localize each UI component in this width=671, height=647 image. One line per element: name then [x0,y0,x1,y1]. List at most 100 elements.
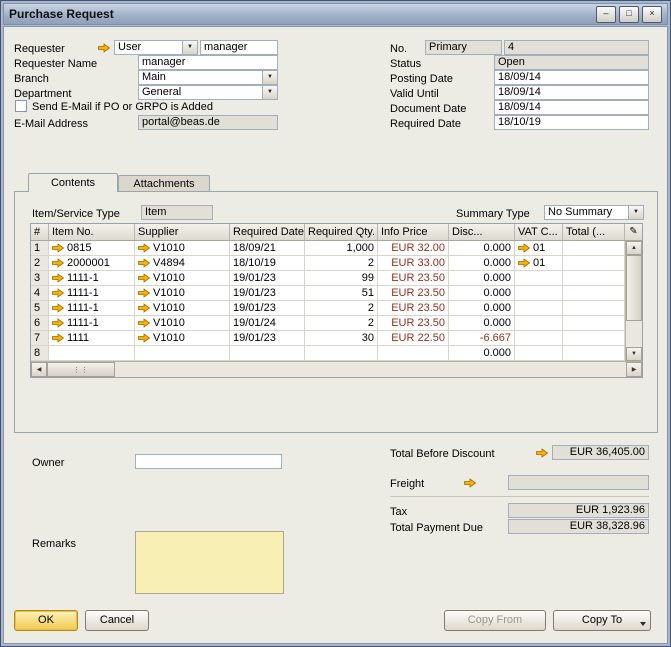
email-address-field[interactable]: portal@beas.de [138,115,278,130]
info-price-cell[interactable]: EUR 32.00 [378,241,449,255]
vat-cell[interactable] [515,271,563,285]
row-number-cell[interactable]: 6 [31,316,49,330]
info-price-cell[interactable]: EUR 23.50 [378,286,449,300]
col-header-supplier[interactable]: Supplier [135,224,230,240]
row-number-cell[interactable]: 2 [31,256,49,270]
item-no-cell[interactable]: 2000001 [49,256,135,270]
close-button[interactable]: × [642,6,662,23]
col-header-discount[interactable]: Disc... [449,224,515,240]
supplier-cell[interactable]: V1010 [135,241,230,255]
row-number-cell[interactable]: 1 [31,241,49,255]
tab-contents[interactable]: Contents [28,173,118,192]
vat-cell[interactable] [515,301,563,315]
supplier-cell[interactable]: V1010 [135,316,230,330]
supplier-cell[interactable]: V1010 [135,271,230,285]
cancel-button[interactable]: Cancel [85,610,149,631]
scroll-down-button[interactable]: ▼ [626,347,642,361]
discount-cell[interactable]: 0.000 [449,256,515,270]
dropdown-arrow-icon[interactable]: ▼ [628,206,643,219]
info-price-cell[interactable] [378,346,449,360]
link-arrow-icon[interactable] [536,448,548,458]
total-cell[interactable] [563,256,625,270]
link-arrow-icon[interactable] [138,303,150,313]
col-header-item-no[interactable]: Item No. [49,224,135,240]
scroll-left-button[interactable]: ◀ [31,362,47,377]
vat-cell[interactable] [515,286,563,300]
info-price-cell[interactable]: EUR 23.50 [378,316,449,330]
col-header-required-date[interactable]: Required Date [230,224,305,240]
supplier-cell[interactable]: V4894 [135,256,230,270]
info-price-cell[interactable]: EUR 23.50 [378,271,449,285]
no-series-field[interactable]: Primary [425,40,502,55]
discount-cell[interactable]: 0.000 [449,301,515,315]
titlebar[interactable]: Purchase Request – □ × [3,3,668,25]
discount-cell[interactable]: 0.000 [449,316,515,330]
branch-select[interactable]: Main ▼ [138,70,278,85]
link-arrow-icon[interactable] [138,258,150,268]
row-number-cell[interactable]: 8 [31,346,49,360]
link-arrow-icon[interactable] [52,288,64,298]
info-price-cell[interactable]: EUR 22.50 [378,331,449,345]
link-arrow-icon[interactable] [138,318,150,328]
row-number-cell[interactable]: 7 [31,331,49,345]
form-settings-icon[interactable]: ✎ [625,224,642,240]
vat-cell[interactable]: 01 [515,256,563,270]
row-number-cell[interactable]: 5 [31,301,49,315]
link-arrow-icon[interactable] [138,288,150,298]
discount-cell[interactable]: 0.000 [449,286,515,300]
discount-cell[interactable]: 0.000 [449,241,515,255]
col-header-total[interactable]: Total (... [563,224,625,240]
posting-date-field[interactable]: 18/09/14 [494,70,649,85]
requester-name-field[interactable]: manager [138,55,278,70]
table-h-scrollbar[interactable]: ◀ ⋮⋮ ▶ [31,361,642,377]
item-no-cell[interactable]: 0815 [49,241,135,255]
owner-field[interactable] [135,454,282,469]
send-email-checkbox[interactable] [15,100,27,112]
required-qty-cell[interactable]: 2 [305,256,378,270]
info-price-cell[interactable]: EUR 33.00 [378,256,449,270]
total-cell[interactable] [563,301,625,315]
vat-cell[interactable] [515,316,563,330]
summary-type-select[interactable]: No Summary ▼ [544,205,644,220]
no-number-field[interactable]: 4 [504,40,649,55]
v-scroll-track[interactable] [626,321,642,347]
required-qty-cell[interactable] [305,346,378,360]
required-qty-cell[interactable]: 2 [305,301,378,315]
required-date-field[interactable]: 18/10/19 [494,115,649,130]
required-date-cell[interactable]: 19/01/23 [230,271,305,285]
required-date-cell[interactable]: 19/01/23 [230,301,305,315]
total-cell[interactable] [563,271,625,285]
col-header-required-qty[interactable]: Required Qty. [305,224,378,240]
scroll-up-button[interactable]: ▲ [626,241,642,255]
minimize-button[interactable]: – [596,6,616,23]
link-arrow-icon[interactable] [52,258,64,268]
link-arrow-icon[interactable] [518,243,530,253]
requester-type-select[interactable]: User ▼ [114,40,198,55]
tab-attachments[interactable]: Attachments [118,175,210,192]
link-arrow-icon[interactable] [138,273,150,283]
discount-cell[interactable]: 0.000 [449,271,515,285]
vat-cell[interactable] [515,346,563,360]
required-date-cell[interactable]: 19/01/24 [230,316,305,330]
scroll-right-button[interactable]: ▶ [626,362,642,377]
remarks-field[interactable] [135,531,284,594]
total-cell[interactable] [563,241,625,255]
col-header-vat[interactable]: VAT C... [515,224,563,240]
supplier-cell[interactable]: V1010 [135,301,230,315]
h-scroll-track[interactable] [115,362,626,377]
discount-cell[interactable]: 0.000 [449,346,515,360]
dropdown-arrow-icon[interactable]: ▼ [262,86,277,99]
item-no-cell[interactable]: 1111 [49,331,135,345]
item-no-cell[interactable]: 1111-1 [49,301,135,315]
required-qty-cell[interactable]: 1,000 [305,241,378,255]
supplier-cell[interactable] [135,346,230,360]
row-number-cell[interactable]: 4 [31,286,49,300]
link-arrow-icon[interactable] [138,243,150,253]
dropdown-arrow-icon[interactable]: ▼ [262,71,277,84]
dropdown-arrow-icon[interactable]: ▼ [182,41,197,54]
info-price-cell[interactable]: EUR 23.50 [378,301,449,315]
department-select[interactable]: General ▼ [138,85,278,100]
table-v-scrollbar[interactable]: ▲ ▼ [625,241,642,361]
supplier-cell[interactable]: V1010 [135,331,230,345]
freight-field[interactable] [508,475,649,490]
